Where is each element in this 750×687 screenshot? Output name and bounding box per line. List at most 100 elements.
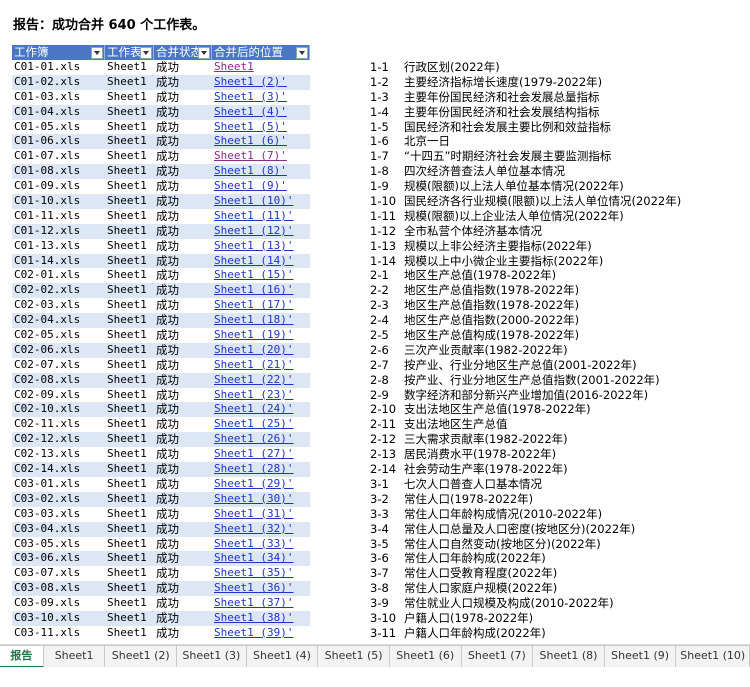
position-link[interactable]: Sheet1 (36)' [212, 581, 310, 596]
sheet-link[interactable]: Sheet1 (30)' [214, 492, 293, 505]
header-status[interactable]: 合并状态 [154, 45, 212, 60]
position-link[interactable]: Sheet1 (22)' [212, 373, 310, 388]
sheet-link[interactable]: Sheet1 (37)' [214, 596, 293, 609]
position-link[interactable]: Sheet1 (4)' [212, 105, 310, 120]
position-link[interactable]: Sheet1 (39)' [212, 626, 310, 641]
position-link[interactable]: Sheet1 (29)' [212, 477, 310, 492]
position-link[interactable]: Sheet1 (32)' [212, 522, 310, 537]
header-position[interactable]: 合并后的位置 [212, 45, 310, 60]
sheet-link[interactable]: Sheet1 (13)' [214, 239, 293, 252]
sheet-link[interactable]: Sheet1 (20)' [214, 343, 293, 356]
sheet-link[interactable]: Sheet1 (18)' [214, 313, 293, 326]
header-sheet[interactable]: 工作表 [105, 45, 154, 60]
position-link[interactable]: Sheet1 (7)' [212, 149, 310, 164]
position-link[interactable]: Sheet1 (16)' [212, 283, 310, 298]
filter-dropdown-icon[interactable] [140, 47, 152, 59]
position-link[interactable]: Sheet1 (24)' [212, 402, 310, 417]
filter-dropdown-icon[interactable] [198, 47, 210, 59]
sheet-link[interactable]: Sheet1 (31)' [214, 507, 293, 520]
sheet-tab[interactable]: Sheet1 (5) [318, 646, 390, 668]
sheet-link[interactable]: Sheet1 (39)' [214, 626, 293, 639]
sheet-link[interactable]: Sheet1 (22)' [214, 373, 293, 386]
sheet-link[interactable]: Sheet1 (6)' [214, 134, 287, 147]
sheet-tab[interactable]: Sheet1 (9) [605, 646, 677, 668]
position-link[interactable]: Sheet1 (31)' [212, 507, 310, 522]
position-link[interactable]: Sheet1 (6)' [212, 134, 310, 149]
sheet-link[interactable]: Sheet1 (33)' [214, 537, 293, 550]
position-link[interactable]: Sheet1 (33)' [212, 537, 310, 552]
position-link[interactable]: Sheet1 (13)' [212, 239, 310, 254]
sheet-link[interactable]: Sheet1 (35)' [214, 566, 293, 579]
sheet-tab[interactable]: Sheet1 (4) [247, 646, 319, 668]
sheet-link[interactable]: Sheet1 (17)' [214, 298, 293, 311]
sheet-link[interactable]: Sheet1 (23)' [214, 388, 293, 401]
list-item: 3-5 常住人口自然变动(按地区分)(2022年) [370, 537, 681, 552]
sheet-tab[interactable]: Sheet1 (8) [533, 646, 605, 668]
sheet-tab[interactable]: Sheet1 (3) [177, 646, 247, 668]
position-link[interactable]: Sheet1 (27)' [212, 447, 310, 462]
position-link[interactable]: Sheet1 (35)' [212, 566, 310, 581]
sheet-link[interactable]: Sheet1 [214, 60, 254, 73]
sheet-link[interactable]: Sheet1 (19)' [214, 328, 293, 341]
sheet-tab[interactable]: Sheet1 (6) [390, 646, 462, 668]
sheet-tab[interactable]: Sheet1 [44, 646, 106, 668]
position-link[interactable]: Sheet1 (5)' [212, 120, 310, 135]
position-link[interactable]: Sheet1 (19)' [212, 328, 310, 343]
sheet-link[interactable]: Sheet1 (10)' [214, 194, 293, 207]
position-link[interactable]: Sheet1 (23)' [212, 388, 310, 403]
filter-dropdown-icon[interactable] [91, 47, 103, 59]
position-link[interactable]: Sheet1 (28)' [212, 462, 310, 477]
position-link[interactable]: Sheet1 (9)' [212, 179, 310, 194]
sheet-link[interactable]: Sheet1 (4)' [214, 105, 287, 118]
sheet-link[interactable]: Sheet1 (8)' [214, 164, 287, 177]
position-link[interactable]: Sheet1 (17)' [212, 298, 310, 313]
sheet-link[interactable]: Sheet1 (11)' [214, 209, 293, 222]
sheet-link[interactable]: Sheet1 (27)' [214, 447, 293, 460]
list-item-title: 国民经济和社会发展主要比例和效益指标 [404, 119, 611, 134]
header-workbook[interactable]: 工作簿 [12, 45, 105, 60]
sheet-link[interactable]: Sheet1 (7)' [214, 149, 287, 162]
position-link[interactable]: Sheet1 (37)' [212, 596, 310, 611]
position-link[interactable]: Sheet1 (12)' [212, 224, 310, 239]
position-link[interactable]: Sheet1 (18)' [212, 313, 310, 328]
sheet-link[interactable]: Sheet1 (25)' [214, 417, 293, 430]
position-link[interactable]: Sheet1 (8)' [212, 164, 310, 179]
sheet-tab[interactable]: 报告 [0, 646, 44, 668]
position-link[interactable]: Sheet1 (30)' [212, 492, 310, 507]
sheet-link[interactable]: Sheet1 (26)' [214, 432, 293, 445]
position-link[interactable]: Sheet1 (38)' [212, 611, 310, 626]
position-link[interactable]: Sheet1 (10)' [212, 194, 310, 209]
position-link[interactable]: Sheet1 (25)' [212, 417, 310, 432]
position-link[interactable]: Sheet1 (14)' [212, 254, 310, 269]
sheet-link[interactable]: Sheet1 (5)' [214, 120, 287, 133]
position-link[interactable]: Sheet1 (11)' [212, 209, 310, 224]
sheet-link[interactable]: Sheet1 (32)' [214, 522, 293, 535]
position-link[interactable]: Sheet1 [212, 60, 310, 75]
sheet-tab[interactable]: Sheet1 (10) [676, 646, 750, 668]
sheet-link[interactable]: Sheet1 (38)' [214, 611, 293, 624]
position-link[interactable]: Sheet1 (26)' [212, 432, 310, 447]
sheet-link[interactable]: Sheet1 (12)' [214, 224, 293, 237]
workbook-cell: C01-08.xls [14, 164, 81, 178]
sheet-tab[interactable]: Sheet1 (2) [105, 646, 178, 668]
sheet-link[interactable]: Sheet1 (34)' [214, 551, 293, 564]
position-link[interactable]: Sheet1 (3)' [212, 90, 310, 105]
filter-dropdown-icon[interactable] [296, 47, 308, 59]
sheet-tab[interactable]: Sheet1 (7) [462, 646, 534, 668]
position-link[interactable]: Sheet1 (34)' [212, 551, 310, 566]
position-link[interactable]: Sheet1 (21)' [212, 358, 310, 373]
sheet-link[interactable]: Sheet1 (29)' [214, 477, 293, 490]
position-link[interactable]: Sheet1 (15)' [212, 268, 310, 283]
position-link[interactable]: Sheet1 (2)' [212, 75, 310, 90]
sheet-link[interactable]: Sheet1 (24)' [214, 402, 293, 415]
sheet-link[interactable]: Sheet1 (9)' [214, 179, 287, 192]
sheet-link[interactable]: Sheet1 (14)' [214, 254, 293, 267]
sheet-link[interactable]: Sheet1 (15)' [214, 268, 293, 281]
sheet-link[interactable]: Sheet1 (2)' [214, 75, 287, 88]
sheet-link[interactable]: Sheet1 (28)' [214, 462, 293, 475]
sheet-link[interactable]: Sheet1 (16)' [214, 283, 293, 296]
sheet-link[interactable]: Sheet1 (36)' [214, 581, 293, 594]
sheet-link[interactable]: Sheet1 (21)' [214, 358, 293, 371]
sheet-link[interactable]: Sheet1 (3)' [214, 90, 287, 103]
position-link[interactable]: Sheet1 (20)' [212, 343, 310, 358]
